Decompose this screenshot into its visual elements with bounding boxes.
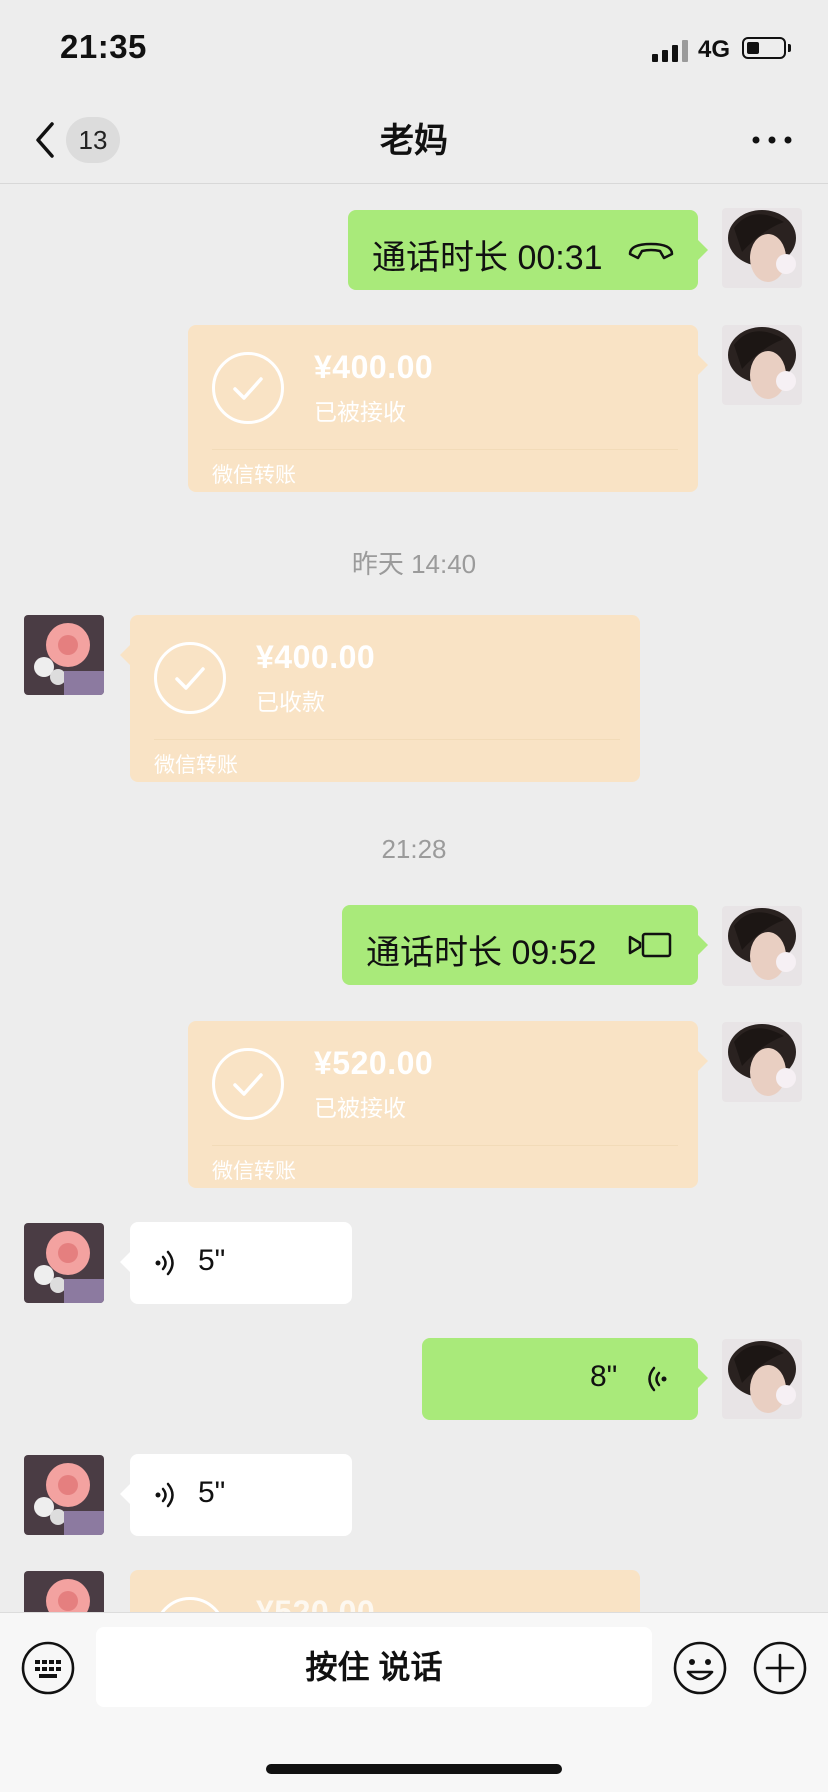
check-circle-icon [212, 352, 284, 424]
phone-hangup-icon [626, 238, 676, 262]
transfer-bubble[interactable]: ¥400.00 已被接收 微信转账 [188, 325, 708, 492]
transfer-amount: ¥520.00 [314, 1045, 434, 1081]
contact-avatar[interactable] [24, 615, 104, 695]
call-record-bubble[interactable]: 通话时长 00:31 [348, 210, 708, 290]
contact-avatar[interactable] [24, 1223, 104, 1303]
hold-to-talk-button[interactable]: 按住 说话 [96, 1627, 652, 1707]
self-avatar[interactable] [722, 208, 802, 288]
contact-avatar[interactable] [24, 1571, 104, 1612]
transfer-status: 已被接收 [314, 1095, 406, 1121]
self-avatar[interactable] [722, 1339, 802, 1419]
voice-duration: 8" [590, 1360, 618, 1393]
transfer-source: 微信转账 [212, 464, 296, 487]
chat-timestamp: 昨天 14:40 [351, 549, 477, 579]
transfer-status: 已被接收 [314, 399, 406, 425]
signal-icon [652, 38, 690, 62]
transfer-amount: ¥400.00 [314, 349, 434, 385]
check-circle-icon [154, 1597, 226, 1612]
transfer-source: 微信转账 [154, 754, 238, 777]
battery-icon [742, 37, 786, 59]
contact-avatar[interactable] [24, 1455, 104, 1535]
transfer-source: 微信转账 [212, 1160, 296, 1183]
chat-timestamp: 21:28 [381, 834, 447, 864]
emoji-icon[interactable] [672, 1640, 728, 1696]
check-circle-icon [154, 642, 226, 714]
self-avatar[interactable] [722, 325, 802, 405]
voice-wave-icon [152, 1248, 182, 1278]
transfer-bubble-partial[interactable]: ¥520.00 [130, 1570, 640, 1612]
self-avatar[interactable] [722, 906, 802, 986]
voice-duration: 5" [198, 1244, 226, 1277]
transfer-divider [154, 739, 620, 740]
network-type: 4G [698, 36, 731, 63]
call-duration-text: 通话时长 09:52 [366, 934, 597, 972]
transfer-bubble[interactable]: ¥520.00 已被接收 微信转账 [188, 1021, 708, 1188]
add-more-icon[interactable] [752, 1640, 808, 1696]
status-time: 21:35 [60, 28, 147, 65]
call-record-bubble[interactable]: 通话时长 09:52 [342, 905, 708, 985]
transfer-divider [212, 1145, 678, 1146]
check-circle-icon [212, 1048, 284, 1120]
self-avatar[interactable] [722, 1022, 802, 1102]
voice-wave-icon [152, 1480, 182, 1510]
keyboard-icon[interactable] [20, 1640, 76, 1696]
transfer-status: 已收款 [256, 689, 325, 715]
call-duration-text: 通话时长 00:31 [372, 239, 603, 277]
voice-message-bubble[interactable]: 5" [120, 1454, 352, 1536]
chat-title: 老妈 [380, 122, 448, 160]
home-indicator[interactable] [266, 1764, 562, 1774]
transfer-divider [212, 449, 678, 450]
more-icon[interactable] [750, 126, 794, 154]
voice-duration: 5" [198, 1476, 226, 1509]
video-call-icon [628, 931, 672, 959]
transfer-amount: ¥520.00 [256, 1594, 376, 1612]
voice-message-bubble[interactable]: 5" [120, 1222, 352, 1304]
transfer-bubble[interactable]: ¥400.00 已收款 微信转账 [120, 615, 640, 782]
transfer-amount: ¥400.00 [256, 639, 376, 675]
voice-wave-icon [640, 1364, 670, 1394]
battery-tip [788, 44, 791, 52]
voice-message-bubble[interactable]: 8" [422, 1338, 708, 1420]
